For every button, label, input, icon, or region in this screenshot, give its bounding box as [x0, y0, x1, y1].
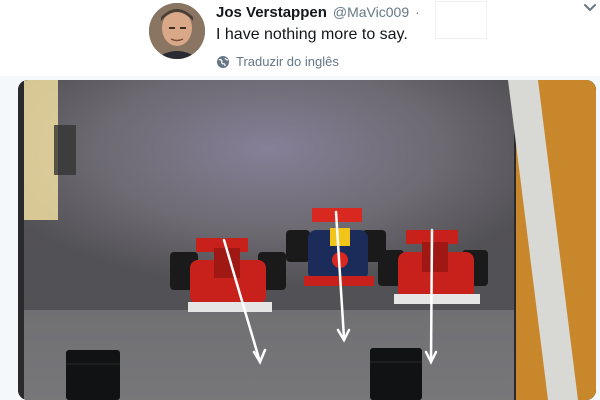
separator-dot: ·: [415, 4, 420, 20]
translate-link[interactable]: Traduzir do inglês: [216, 54, 339, 69]
monitor-left: [66, 350, 120, 400]
display-name[interactable]: Jos Verstappen: [216, 4, 327, 21]
user-handle[interactable]: @MaVic009: [333, 4, 409, 20]
tweet-media-photo[interactable]: [18, 80, 596, 400]
avatar[interactable]: [149, 3, 205, 59]
globe-icon: [216, 55, 230, 69]
translate-label: Traduzir do inglês: [236, 54, 339, 69]
monitor-right: [370, 348, 422, 400]
tweet-author-row: Jos Verstappen @MaVic009 ·: [216, 4, 420, 24]
arrow-right: [429, 228, 434, 364]
chevron-down-icon[interactable]: [582, 0, 598, 16]
timestamp-mask: [435, 1, 487, 39]
tweet-text: I have nothing more to say.: [216, 26, 408, 43]
tweet-header: Jos Verstappen @MaVic009 · I have nothin…: [0, 0, 600, 76]
